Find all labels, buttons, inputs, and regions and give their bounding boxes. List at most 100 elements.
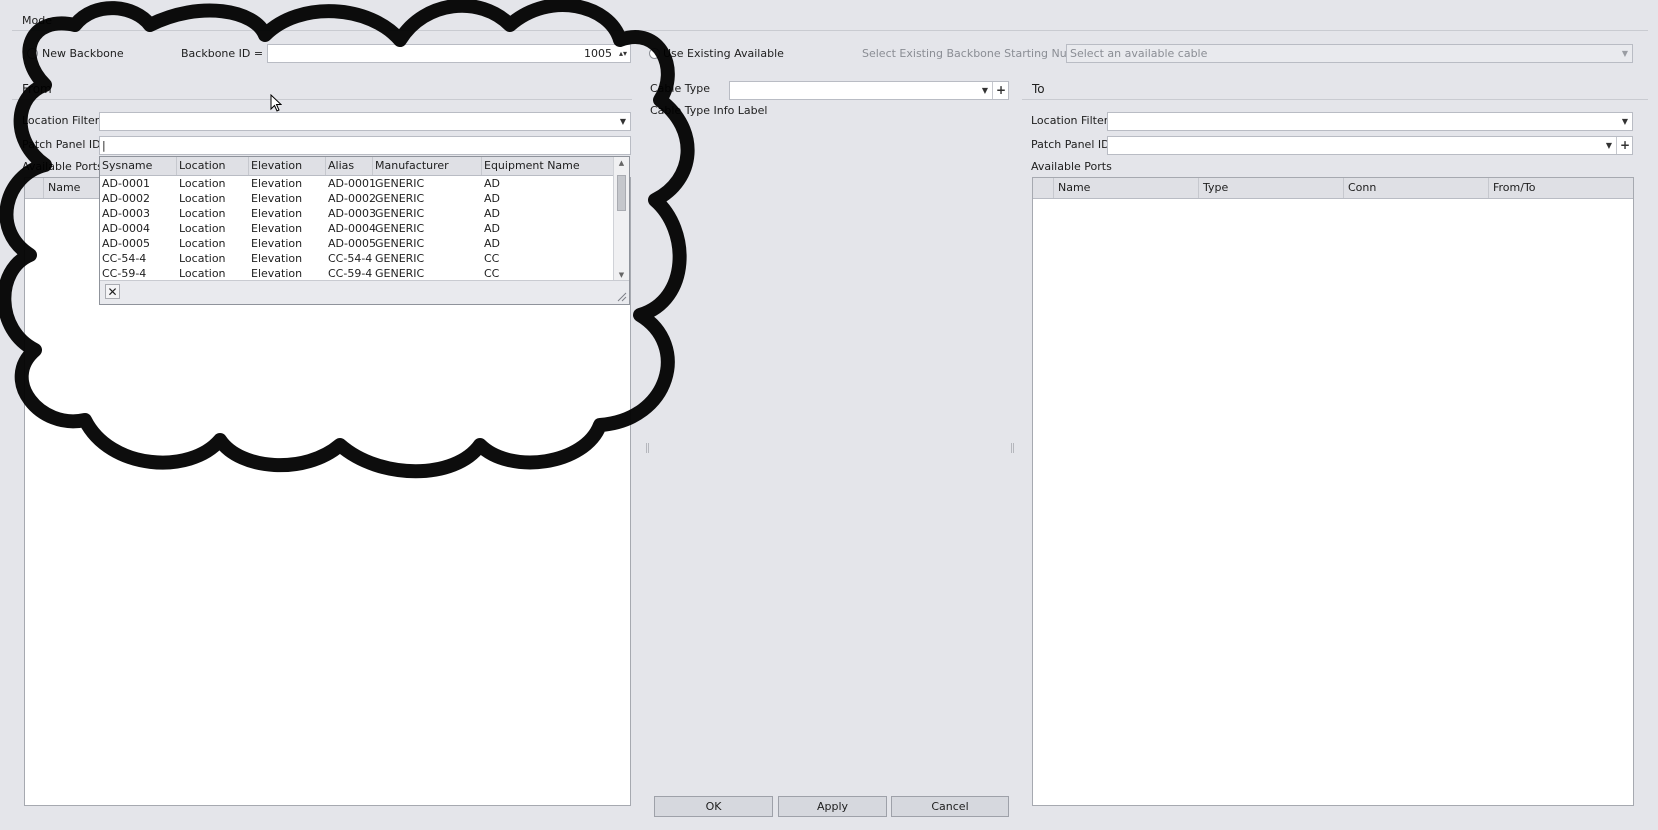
popup-cell: AD-0004 [328,222,376,235]
new-backbone-radio[interactable] [27,48,38,59]
popup-col-sysname[interactable]: Sysname [100,157,177,175]
popup-cell: GENERIC [375,252,425,265]
to-patch-panel-select[interactable]: ▼ + [1107,136,1633,155]
from-location-filter-select[interactable]: ▼ [99,112,631,131]
popup-cell: CC [484,267,500,280]
chevron-down-icon[interactable]: ▼ [978,82,993,99]
new-backbone-label: New Backbone [42,47,124,60]
to-ports-grid-header: Name Type Conn From/To [1033,178,1633,199]
popup-cell: AD-0002 [328,192,376,205]
popup-cell: CC-59-4 [328,267,373,280]
popup-cell: Location [179,207,226,220]
popup-list-item[interactable]: AD-0004 Location Elevation AD-0004 GENERIC AD [100,221,613,236]
to-separator [1022,99,1648,100]
use-existing-radio[interactable] [649,48,660,59]
to-col-name[interactable]: Name [1053,178,1198,198]
popup-cell: CC-54-4 [102,252,147,265]
popup-cell: AD [484,207,500,220]
to-col-conn[interactable]: Conn [1343,178,1488,198]
popup-cell: Elevation [251,267,303,280]
popup-list-item[interactable]: AD-0005 Location Elevation AD-0005 GENERIC AD [100,236,613,251]
chevron-down-icon[interactable]: ▼ [1618,113,1632,130]
popup-cell: Location [179,177,226,190]
cable-type-select[interactable]: ▼ + [729,81,1009,100]
chevron-down-icon[interactable]: ▼ [1618,45,1632,62]
popup-cell: GENERIC [375,222,425,235]
backbone-id-spinner[interactable]: 1005 ▴▾ [267,44,631,63]
chevron-down-icon[interactable]: ▼ [616,113,630,130]
to-ports-grid[interactable]: Name Type Conn From/To [1032,177,1634,806]
scrollbar-thumb[interactable] [617,175,626,211]
mode-group-title: Mode [22,14,52,27]
to-location-filter-label: Location Filter [1031,114,1109,127]
popup-list-item[interactable]: CC-54-4 Location Elevation CC-54-4 GENERIC CC [100,251,613,266]
row-indicator-header [25,178,43,198]
popup-cell: Location [179,237,226,250]
popup-list-item[interactable]: CC-59-4 Location Elevation CC-59-4 GENERIC CC [100,266,613,281]
popup-cell: AD-0003 [102,207,150,220]
to-col-type[interactable]: Type [1198,178,1343,198]
text-caret: | [102,139,106,152]
existing-cable-placeholder: Select an available cable [1070,47,1208,60]
popup-list-item[interactable]: AD-0003 Location Elevation AD-0003 GENERIC AD [100,206,613,221]
backbone-id-label: Backbone ID = B [181,47,275,60]
plus-icon[interactable]: + [994,82,1008,99]
popup-cell: Elevation [251,237,303,250]
popup-cell: Elevation [251,192,303,205]
from-available-ports-label: Available Ports [22,160,103,173]
backbone-id-value: 1005 [584,47,612,60]
popup-col-location[interactable]: Location [177,157,249,175]
cable-info-label: Cable Type Info Label [650,104,768,117]
popup-col-alias[interactable]: Alias [326,157,373,175]
spinner-arrows-icon[interactable]: ▴▾ [616,45,630,62]
resize-grip-icon[interactable] [615,290,627,302]
cancel-button[interactable]: Cancel [891,796,1009,817]
from-title: From [22,82,52,96]
existing-start-label: Select Existing Backbone Starting Number [862,47,1096,60]
popup-cell: AD-0005 [328,237,376,250]
popup-col-manufacturer[interactable]: Manufacturer [373,157,482,175]
to-available-ports-label: Available Ports [1031,160,1112,173]
popup-col-elevation[interactable]: Elevation [249,157,326,175]
popup-col-equipment-name[interactable]: Equipment Name [482,157,615,175]
popup-cell: GENERIC [375,237,425,250]
popup-cell: AD [484,237,500,250]
popup-cell: GENERIC [375,207,425,220]
popup-header: Sysname Location Elevation Alias Manufac… [100,157,613,176]
to-location-filter-select[interactable]: ▼ [1107,112,1633,131]
popup-cell: Elevation [251,222,303,235]
popup-cell: Elevation [251,177,303,190]
from-separator [12,99,632,100]
left-splitter-handle[interactable] [646,443,649,453]
mode-separator [12,30,1648,31]
popup-cell: CC [484,252,500,265]
popup-cell: AD [484,222,500,235]
popup-cell: AD-0002 [102,192,150,205]
popup-cell: Elevation [251,252,303,265]
popup-cell: GENERIC [375,192,425,205]
popup-scrollbar[interactable]: ▲ ▼ [613,157,629,281]
right-splitter-handle[interactable] [1011,443,1014,453]
to-patch-panel-label: Patch Panel ID [1031,138,1110,151]
use-existing-label: Use Existing Available [663,47,784,60]
apply-button[interactable]: Apply [778,796,887,817]
existing-cable-select[interactable]: Select an available cable ▼ [1066,44,1633,63]
popup-cell: AD-0005 [102,237,150,250]
scroll-up-icon[interactable]: ▲ [614,157,629,169]
to-col-from-to[interactable]: From/To [1488,178,1633,198]
popup-cell: Location [179,267,226,280]
close-icon[interactable]: ✕ [105,284,120,299]
plus-icon[interactable]: + [1618,137,1632,154]
popup-cell: AD-0001 [328,177,376,190]
popup-list-item[interactable]: AD-0001 Location Elevation AD-0001 GENERIC AD [100,176,613,191]
popup-cell: GENERIC [375,267,425,280]
ok-button[interactable]: OK [654,796,773,817]
from-location-filter-label: Location Filter [22,114,100,127]
popup-cell: GENERIC [375,177,425,190]
from-patch-panel-input[interactable]: | [99,136,631,155]
popup-list-item[interactable]: AD-0002 Location Elevation AD-0002 GENERIC AD [100,191,613,206]
popup-cell: AD-0003 [328,207,376,220]
popup-footer: ✕ [100,280,629,304]
chevron-down-icon[interactable]: ▼ [1602,137,1617,154]
patch-panel-dropdown-popup[interactable]: Sysname Location Elevation Alias Manufac… [99,156,630,305]
